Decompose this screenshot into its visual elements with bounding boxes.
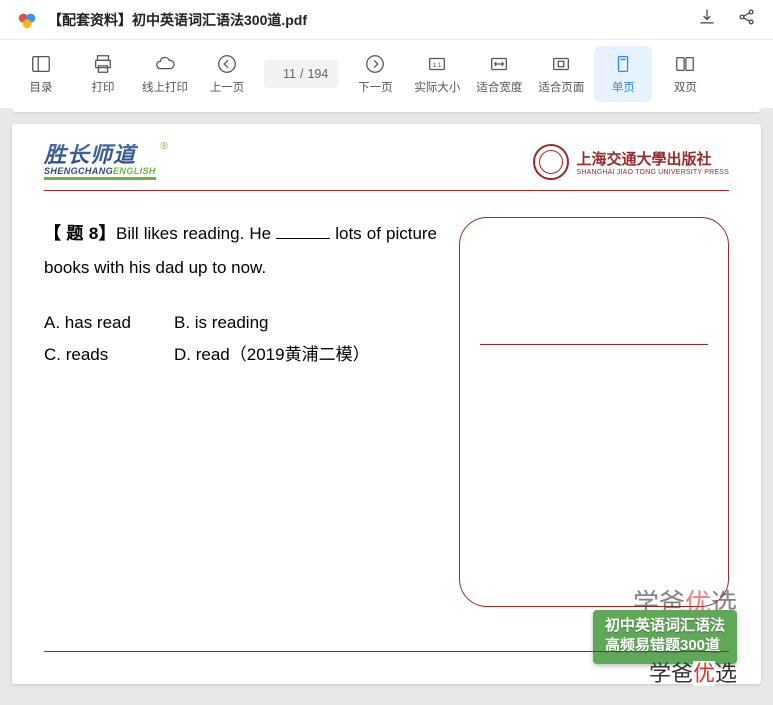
fill-blank: [276, 238, 330, 239]
question-stem: 【 题 8】Bill likes reading. He lots of pic…: [44, 217, 437, 285]
document-viewer[interactable]: 胜长师道 SHENGCHANGENGLISH ® 上海交通大學出版社 SHANG…: [0, 108, 773, 705]
page-total: 194: [307, 67, 328, 81]
toc-button[interactable]: 目录: [12, 46, 70, 102]
cloud-print-label: 线上打印: [142, 79, 188, 95]
question-block: 【 题 8】Bill likes reading. He lots of pic…: [44, 217, 437, 607]
toc-label: 目录: [30, 79, 53, 95]
brand-sub: SHENGCHANGENGLISH: [44, 166, 156, 180]
print-icon: [92, 53, 114, 75]
single-label: 单页: [612, 79, 635, 95]
previous-page-edge: [12, 108, 761, 112]
download-icon[interactable]: [697, 7, 717, 32]
actual-size-icon: 1:1: [426, 53, 448, 75]
chevron-right-icon: [364, 53, 386, 75]
options: A. has read B. is reading C. reads D. re…: [44, 307, 437, 372]
double-page-icon: [674, 53, 696, 75]
page-current: 11: [274, 67, 296, 81]
toc-icon: [30, 53, 52, 75]
fit-page-button[interactable]: 适合页面: [532, 46, 590, 102]
double-page-button[interactable]: 双页: [656, 46, 714, 102]
publisher-cn: 上海交通大學出版社: [577, 148, 729, 169]
share-icon[interactable]: [737, 7, 757, 32]
footer-divider: [44, 651, 729, 652]
next-label: 下一页: [358, 79, 393, 95]
answer-box-line: [480, 344, 708, 345]
actual-size-button[interactable]: 1:1 实际大小: [408, 46, 466, 102]
print-label: 打印: [92, 79, 115, 95]
option-c: C. reads: [44, 339, 174, 371]
option-d: D. read（2019黄浦二模）: [174, 339, 370, 371]
fit-width-button[interactable]: 适合宽度: [470, 46, 528, 102]
toolbar: 目录 打印 线上打印 上一页 11 / 194 下一页 1:1 实际大小 适合宽…: [0, 40, 773, 108]
page-indicator[interactable]: 11 / 194: [264, 60, 338, 88]
prev-label: 上一页: [210, 79, 245, 95]
publisher: 上海交通大學出版社 SHANGHAI JIAO TONG UNIVERSITY …: [533, 144, 729, 180]
brand-left: 胜长师道 SHENGCHANGENGLISH ®: [44, 144, 156, 180]
double-label: 双页: [674, 79, 697, 95]
document-page: 胜长师道 SHENGCHANGENGLISH ® 上海交通大學出版社 SHANG…: [12, 124, 761, 684]
badge-line-2: 高频易错题300道: [605, 636, 725, 656]
print-button[interactable]: 打印: [74, 46, 132, 102]
badge-line-1: 初中英语词汇语法: [605, 616, 725, 636]
single-page-button[interactable]: 单页: [594, 46, 652, 102]
fit-width-label: 适合宽度: [476, 79, 522, 95]
next-page-button[interactable]: 下一页: [346, 46, 404, 102]
footer-watermark: 学爸优选: [649, 656, 737, 688]
fit-page-icon: [550, 53, 572, 75]
registered-icon: ®: [160, 141, 167, 152]
fit-width-icon: [488, 53, 510, 75]
page-content: 【 题 8】Bill likes reading. He lots of pic…: [44, 217, 729, 607]
brand-main: 胜长师道: [44, 144, 156, 166]
actual-label: 实际大小: [414, 79, 460, 95]
fit-page-label: 适合页面: [538, 79, 584, 95]
app-header: 【配套资料】初中英语词汇语法300道.pdf: [0, 0, 773, 40]
university-seal-icon: [533, 144, 569, 180]
cloud-print-button[interactable]: 线上打印: [136, 46, 194, 102]
publisher-en: SHANGHAI JIAO TONG UNIVERSITY PRESS: [577, 169, 729, 176]
option-a: A. has read: [44, 307, 174, 339]
filename: 【配套资料】初中英语词汇语法300道.pdf: [48, 10, 697, 30]
option-b: B. is reading: [174, 307, 269, 339]
chevron-left-icon: [216, 53, 238, 75]
page-separator: /: [300, 67, 303, 81]
page-header: 胜长师道 SHENGCHANGENGLISH ® 上海交通大學出版社 SHANG…: [44, 144, 729, 188]
baidu-pan-icon: [16, 9, 38, 31]
question-number: 【 题 8】: [44, 224, 116, 243]
header-divider: [44, 190, 729, 191]
cloud-icon: [154, 53, 176, 75]
svg-text:1:1: 1:1: [433, 62, 442, 69]
answer-box: [459, 217, 729, 607]
prev-page-button[interactable]: 上一页: [198, 46, 256, 102]
single-page-icon: [612, 53, 634, 75]
